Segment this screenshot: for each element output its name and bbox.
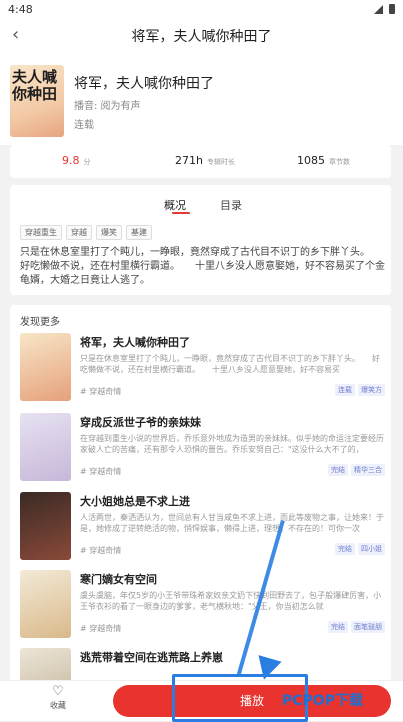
item-tag: 连载 xyxy=(335,384,355,396)
tag[interactable]: 穿越重生 xyxy=(20,225,62,240)
cover-art-text: 夫人喊你种田 xyxy=(12,68,58,103)
list-item[interactable]: 穿成反派世子爷的亲妹妹 在穿越到重生小说的世界后，乔乐意外地成为造男的亲妹妹。似… xyxy=(20,413,385,491)
stat-rating: 9.8 分 xyxy=(62,154,91,167)
item-genre: # 穿越奇情 xyxy=(80,387,122,396)
page-title: 将军，夫人喊你种田了 xyxy=(131,29,272,45)
tab-indicator xyxy=(172,212,190,214)
item-desc: 只是在休息室里打了个盹儿，一睁眼，竟然穿成了古代目不识丁的乡下胖丫头。 好吃懒做… xyxy=(80,354,380,374)
section-heading: 发现更多 xyxy=(20,317,60,328)
item-title: 将军，夫人喊你种田了 xyxy=(80,336,190,349)
signal-icon xyxy=(374,4,383,14)
synopsis-text: 只是在休息室里打了个盹儿，一睁眼，竟然穿成了古代目不识丁的乡下胖丫头。 好吃懒做… xyxy=(20,247,385,286)
item-tags: 连载 爆笑方 xyxy=(335,384,385,396)
item-tag: 爆笑方 xyxy=(358,384,385,396)
list-item[interactable]: 将军，夫人喊你种田了 只是在休息室里打了个盹儿，一睁眼，竟然穿成了古代目不识丁的… xyxy=(20,333,385,411)
list-item[interactable]: 大小姐她总是不求上进 人活两世，秦洒洒认为，世间总有人甘当咸鱼不求上进，而此等废… xyxy=(20,492,385,570)
item-title: 寒门嫡女有空间 xyxy=(80,573,157,586)
item-tag: 面笔鼓朋 xyxy=(351,621,385,633)
item-tag: 完结 xyxy=(328,621,348,633)
favorite-label: 收藏 xyxy=(50,701,66,710)
discover-more-section: 发现更多 将军，夫人喊你种田了 只是在休息室里打了个盹儿，一睁眼，竟然穿成了古代… xyxy=(10,305,391,685)
item-tags: 完结 四小姐 xyxy=(335,543,385,555)
battery-icon xyxy=(389,4,395,14)
book-title: 将军，夫人喊你种田了 xyxy=(74,76,214,92)
tab-overview[interactable]: 概况 xyxy=(164,197,186,213)
book-cover: 夫人喊你种田 xyxy=(10,65,64,137)
item-desc: 在穿越到重生小说的世界后，乔乐意外地成为造男的亲妹妹。似乎她的命运注定要经历家破… xyxy=(80,434,384,454)
tag[interactable]: 基建 xyxy=(126,225,152,240)
item-cover xyxy=(20,570,71,638)
item-tags: 完结 精华三合 xyxy=(328,464,385,476)
item-title: 逃荒带着空间在逃荒路上养崽 xyxy=(80,651,223,664)
item-tag: 完结 xyxy=(335,543,355,555)
item-genre: # 穿越奇情 xyxy=(80,546,122,555)
tab-catalog[interactable]: 目录 xyxy=(220,197,242,213)
item-title: 穿成反派世子爷的亲妹妹 xyxy=(80,416,201,429)
book-header: 夫人喊你种田 将军，夫人喊你种田了 播音: 阅为有声 连载 xyxy=(0,50,403,145)
item-genre: # 穿越奇情 xyxy=(80,467,122,476)
item-cover xyxy=(20,492,71,560)
favorite-button[interactable]: ♡ 收藏 xyxy=(43,684,73,711)
stats-bar: 9.8 分 271h 专辑时长 1085 章节数 xyxy=(10,145,391,178)
list-item[interactable]: 寒门嫡女有空间 虞头虞脑，年仅5岁的小王爷带珠希家奴亲文奶下快到田野去了，包子般… xyxy=(20,570,385,648)
tag-list: 穿越重生 穿越 爆笑 基建 xyxy=(20,225,152,240)
item-tag: 完结 xyxy=(328,464,348,476)
item-desc: 人活两世，秦洒洒认为，世间总有人甘当咸鱼不求上进，而此等废物之事，让她来！于是，… xyxy=(80,513,384,533)
nav-bar: ‹ 将军，夫人喊你种田了 xyxy=(0,20,403,50)
item-cover xyxy=(20,413,71,481)
item-genre: # 穿越奇情 xyxy=(80,624,122,633)
item-desc: 虞头虞脑，年仅5岁的小王爷带珠希家奴亲文奶下快到田野去了，包子般爆肆厉害，小王爷… xyxy=(80,591,382,611)
heart-icon: ♡ xyxy=(52,684,64,699)
item-tags: 完结 面笔鼓朋 xyxy=(328,621,385,633)
tag[interactable]: 穿越 xyxy=(66,225,92,240)
intro-panel: 概况 目录 穿越重生 穿越 爆笑 基建 只是在休息室里打了个盹儿，一睁眼，竟然穿… xyxy=(10,185,391,295)
tag[interactable]: 爆笑 xyxy=(96,225,122,240)
book-status: 连载 xyxy=(74,120,94,131)
stat-chapters: 1085 章节数 xyxy=(297,154,350,167)
item-tag: 精华三合 xyxy=(351,464,385,476)
status-time: 4:48 xyxy=(8,3,33,16)
watermark: PCPOP下载 xyxy=(282,693,363,709)
status-icons xyxy=(374,4,395,14)
item-title: 大小姐她总是不求上进 xyxy=(80,495,190,508)
item-tag: 四小姐 xyxy=(358,543,385,555)
stat-duration: 271h 专辑时长 xyxy=(175,154,235,167)
status-bar: 4:48 xyxy=(0,0,403,20)
book-narrator: 播音: 阅为有声 xyxy=(74,101,141,112)
item-cover xyxy=(20,333,71,401)
